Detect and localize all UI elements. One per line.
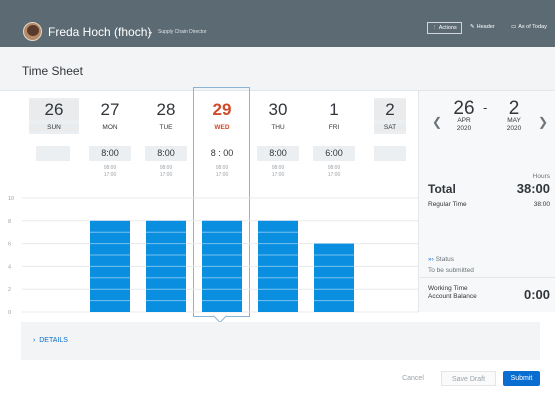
actions-button[interactable]: ⋮ Actions: [427, 22, 462, 34]
hours-caption: Hours: [532, 173, 550, 180]
status-chevrons-icon: »›: [428, 256, 436, 263]
page-header: Time Sheet: [0, 47, 555, 91]
calendar-icon: ▭: [511, 24, 517, 30]
day-number: 26: [29, 100, 79, 120]
range-end-year: 2020: [506, 125, 522, 132]
day-header-sun[interactable]: 26 SUN: [29, 98, 79, 134]
y-tick-label: 2: [8, 287, 11, 293]
submit-button[interactable]: Submit: [503, 371, 540, 386]
cancel-button[interactable]: Cancel: [393, 371, 433, 386]
hours-input-wed[interactable]: 8 : 00: [201, 146, 243, 161]
details-toggle[interactable]: › DETAILS: [33, 337, 68, 344]
day-weekday: SUN: [29, 124, 79, 131]
day-number: 28: [156, 100, 176, 119]
y-tick-label: 0: [8, 310, 11, 316]
day-header-sat[interactable]: 2 SAT: [374, 98, 406, 134]
day-header-wed[interactable]: 29 WED: [197, 100, 247, 131]
chevron-down-icon[interactable]: ⌄: [147, 27, 154, 36]
day-number: 29: [212, 100, 232, 119]
time-range-mon: 08:00 17:00: [90, 165, 130, 179]
wtab-line-1: Working Time: [428, 285, 468, 292]
previous-week-icon[interactable]: ❮: [432, 115, 442, 129]
wtab-line-2: Account Balance: [428, 293, 477, 300]
day-number: 27: [100, 100, 120, 119]
range-separator: -: [483, 100, 488, 115]
status-label-text: Status: [435, 256, 455, 263]
time-range-thu: 08:00 17:00: [258, 165, 298, 179]
header-link-label: Header: [476, 24, 495, 30]
start-time: 08:00: [327, 165, 341, 171]
as-of-today-link[interactable]: ▭ As of Today: [511, 24, 547, 30]
user-role: Supply Chain Director: [158, 29, 207, 35]
time-range-tue: 08:00 17:00: [146, 165, 186, 179]
hours-input-mon[interactable]: 8:00: [89, 146, 131, 161]
hours-input-tue[interactable]: 8:00: [145, 146, 187, 161]
day-weekday: MON: [102, 124, 118, 131]
regular-time-label: Regular Time: [428, 201, 467, 208]
regular-time-value: 38:00: [533, 201, 550, 208]
user-name[interactable]: Freda Hoch (fhoch): [48, 25, 151, 39]
start-time: 08:00: [215, 165, 229, 171]
header-link[interactable]: ✎ Header: [470, 24, 495, 30]
end-time: 17:00: [103, 172, 117, 178]
hours-chart: 10 8 6 4 2 0: [0, 186, 420, 318]
status-value: To be submitted: [428, 267, 474, 274]
edit-icon: ✎: [470, 24, 475, 30]
hours-input-sun[interactable]: [36, 146, 70, 161]
avatar[interactable]: [23, 22, 42, 41]
time-range-fri: 08:00 17:00: [314, 165, 354, 179]
day-header-fri[interactable]: 1 FRI: [309, 100, 359, 131]
working-time-account-label: Working Time Account Balance: [428, 285, 477, 301]
range-start-month-year: APR 2020: [449, 117, 479, 133]
day-weekday: SAT: [374, 124, 406, 131]
actions-label: Actions: [438, 25, 457, 31]
details-panel: [21, 322, 540, 360]
hours-input-thu[interactable]: 8:00: [257, 146, 299, 161]
day-weekday: FRI: [328, 124, 340, 131]
total-label: Total: [428, 182, 456, 196]
shell-header: Freda Hoch (fhoch) ⌄ Supply Chain Direct…: [0, 0, 555, 47]
details-label: DETAILS: [39, 337, 68, 344]
day-weekday: WED: [214, 124, 230, 131]
end-time: 17:00: [271, 172, 285, 178]
y-tick-label: 8: [8, 219, 11, 225]
total-value: 38:00: [516, 181, 550, 196]
end-time: 17:00: [159, 172, 173, 178]
start-time: 08:00: [271, 165, 285, 171]
status-label: »› Status: [428, 256, 454, 263]
range-end-month-year: MAY 2020: [499, 117, 529, 133]
range-start-month: APR: [457, 117, 471, 124]
day-header-mon[interactable]: 27 MON: [85, 100, 135, 131]
day-number: 30: [268, 100, 288, 119]
range-start-year: 2020: [456, 125, 472, 132]
hours-input-sat[interactable]: [374, 146, 406, 161]
menu-icon: ⋮: [432, 25, 439, 31]
y-tick-label: 6: [8, 242, 11, 248]
end-time: 17:00: [327, 172, 341, 178]
day-header-thu[interactable]: 30 THU: [253, 100, 303, 131]
start-time: 08:00: [103, 165, 117, 171]
y-tick-label: 4: [8, 264, 11, 270]
end-time: 17:00: [215, 172, 229, 178]
day-number: 2: [374, 100, 406, 120]
save-draft-button[interactable]: Save Draft: [441, 371, 496, 386]
hours-chart-svg: 10 8 6 4 2 0: [8, 196, 418, 316]
working-time-account-value: 0:00: [523, 287, 550, 302]
as-of-today-label: As of Today: [518, 24, 547, 30]
day-weekday: TUE: [159, 124, 173, 131]
day-header-tue[interactable]: 28 TUE: [141, 100, 191, 131]
page-title: Time Sheet: [22, 64, 83, 78]
next-week-icon[interactable]: ❯: [538, 115, 548, 129]
day-number: 1: [329, 100, 339, 119]
start-time: 08:00: [159, 165, 173, 171]
y-tick-label: 10: [8, 196, 14, 202]
day-weekday: THU: [271, 124, 285, 131]
range-end-month: MAY: [507, 117, 521, 124]
time-range-wed: 08:00 17:00: [202, 165, 242, 179]
hours-input-fri[interactable]: 6:00: [313, 146, 355, 161]
